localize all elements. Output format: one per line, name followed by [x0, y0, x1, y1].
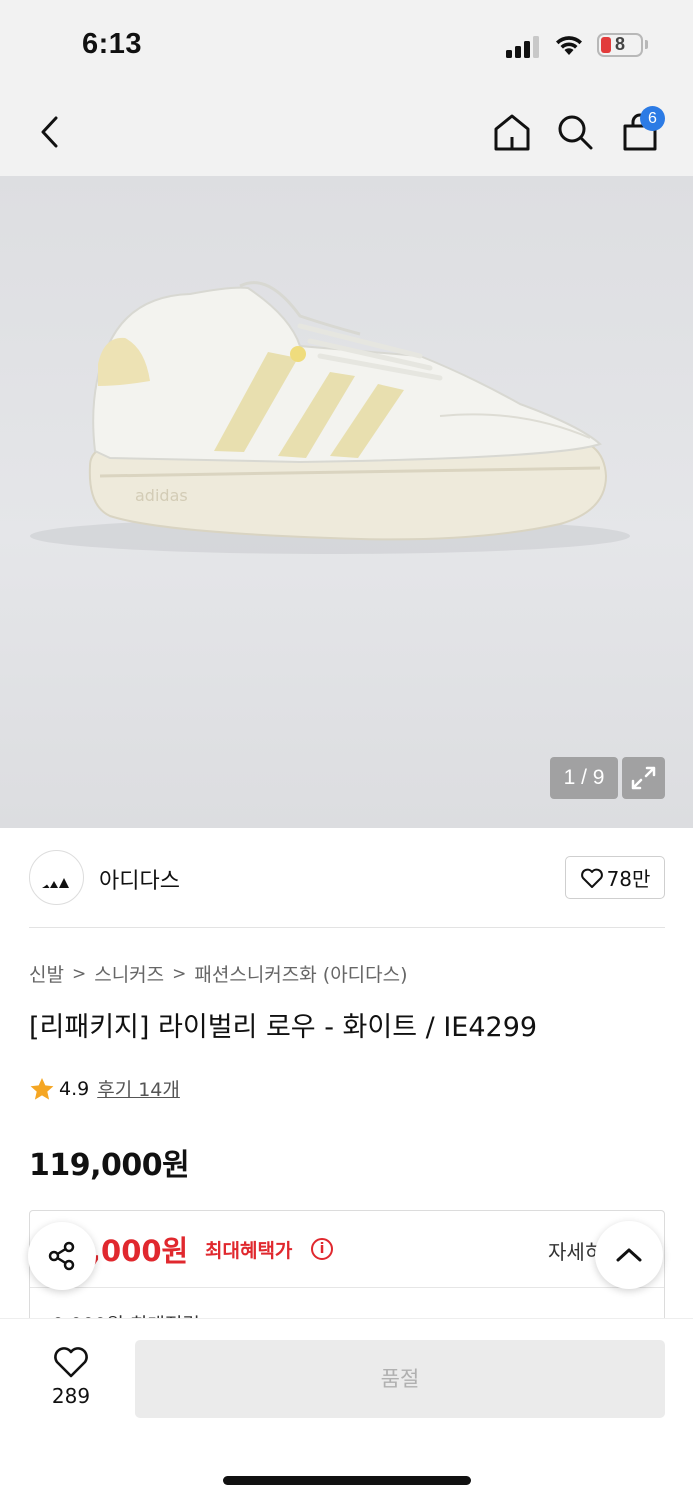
cart-count-badge: 6 — [640, 106, 665, 131]
battery-icon: 8 — [597, 33, 643, 57]
divider — [30, 1287, 664, 1288]
chevron-right-icon: > — [71, 963, 87, 984]
home-indicator — [223, 1476, 471, 1485]
product-image-gallery[interactable]: adidas — [0, 176, 693, 828]
rating-score: 4.9 — [59, 1077, 90, 1100]
heart-icon — [580, 868, 603, 888]
brand-logo[interactable] — [29, 850, 84, 905]
back-button[interactable] — [30, 108, 70, 156]
status-time: 6:13 — [82, 28, 143, 60]
search-button[interactable] — [553, 108, 597, 156]
image-counter: 1 / 9 — [550, 757, 618, 799]
breadcrumb-item[interactable]: 스니커즈 — [94, 960, 164, 987]
app-header — [0, 88, 693, 176]
brand-wish-button[interactable]: 78만 — [565, 856, 665, 899]
max-benefit-label: 최대혜택가 — [205, 1240, 293, 1262]
breadcrumb: 신발 > 스니커즈 > 패션스니커즈화 (아디다스) — [29, 960, 408, 987]
breadcrumb-item[interactable]: 신발 — [29, 960, 64, 987]
wifi-icon — [556, 36, 582, 55]
star-icon — [30, 1077, 54, 1100]
scroll-top-button[interactable] — [595, 1221, 663, 1289]
svg-text:adidas: adidas — [135, 486, 188, 505]
max-benefit-price: ,000원 — [90, 1234, 189, 1268]
rating-row: 4.9 후기 14개 — [29, 1075, 180, 1102]
heart-icon — [54, 1347, 88, 1378]
share-icon — [48, 1241, 75, 1271]
reviews-link[interactable]: 후기 14개 — [97, 1075, 180, 1102]
product-price: 119,000원 — [29, 1148, 190, 1183]
brand-name[interactable]: 아디다스 — [99, 863, 180, 895]
status-bar: 6:13 8 — [0, 0, 693, 88]
cellular-signal-icon — [506, 36, 542, 58]
like-button[interactable] — [48, 1342, 94, 1382]
chevron-right-icon: > — [172, 963, 187, 984]
share-button[interactable] — [28, 1222, 96, 1290]
home-button[interactable] — [490, 108, 534, 156]
like-count: 289 — [51, 1384, 91, 1408]
battery-level: 8 — [614, 34, 625, 54]
sneaker-image: adidas — [30, 281, 630, 554]
product-title: [리패키지] 라이벌리 로우 - 화이트 / IE4299 — [29, 1012, 538, 1043]
back-arrow-icon — [41, 116, 58, 148]
search-icon — [558, 115, 593, 150]
brand-wish-count: 78만 — [606, 867, 651, 891]
divider — [29, 927, 665, 928]
expand-image-button[interactable] — [622, 757, 665, 799]
sold-out-button[interactable]: 품절 — [135, 1340, 665, 1418]
chevron-up-icon — [616, 1248, 642, 1262]
adidas-logo — [42, 878, 69, 888]
breadcrumb-item[interactable]: 패션스니커즈화 (아디다스) — [194, 960, 407, 987]
expand-icon — [631, 766, 656, 790]
home-icon — [494, 114, 530, 151]
info-icon[interactable]: i — [311, 1238, 333, 1260]
